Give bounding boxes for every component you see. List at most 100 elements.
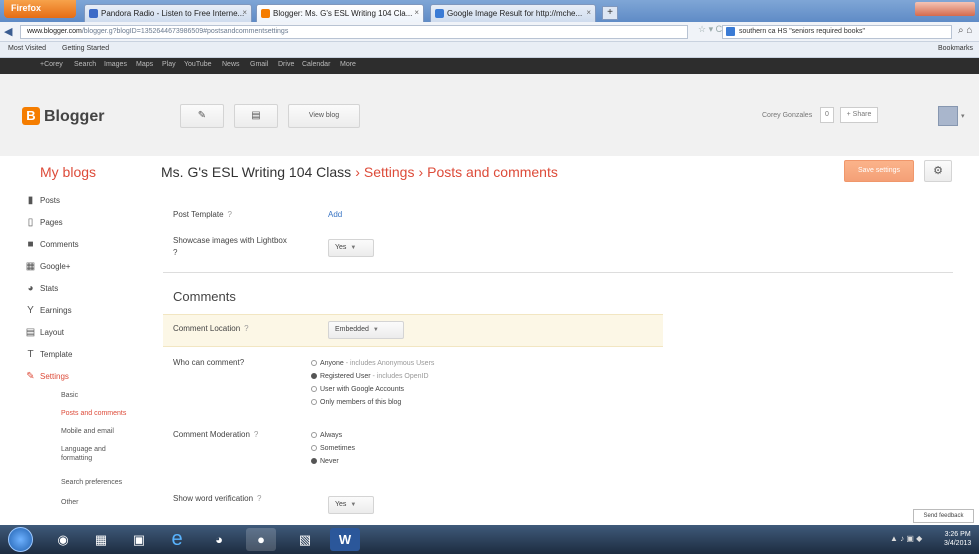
comment-location-dropdown[interactable]: Embedded ▼ [328,321,404,339]
gbar-news[interactable]: News [222,61,240,68]
sidebar-sub-other[interactable]: Other [61,499,79,506]
sidebar-sub-formatting[interactable]: formatting [61,455,92,462]
radio-anyone[interactable]: Anyone - includes Anonymous Users [311,360,434,367]
gbar-images[interactable]: Images [104,61,127,68]
sidebar-sub-search-prefs[interactable]: Search preferences [61,479,122,486]
help-icon[interactable]: ? [257,494,261,503]
share-button[interactable]: + Share [840,107,878,123]
word-verification-dropdown[interactable]: Yes ▼ [328,496,374,514]
radio-google-accounts[interactable]: User with Google Accounts [311,386,404,393]
gbar-calendar[interactable]: Calendar [302,61,330,68]
sidebar-item-label: Earnings [40,306,72,315]
gbar-play[interactable]: Play [162,61,176,68]
firefox-icon[interactable]: ● [246,528,276,551]
help-icon[interactable]: ? [244,324,248,333]
radio-button[interactable] [311,360,317,366]
sidebar-sub-language[interactable]: Language and [61,446,106,453]
new-tab-button-alt[interactable]: + [602,6,618,20]
sidebar-item-layout[interactable]: ▤ Layout [26,327,65,338]
radio-button-selected[interactable] [311,373,317,379]
sidebar-item-template[interactable]: T Template [27,349,73,360]
chevron-down-icon[interactable]: ▾ [961,112,965,120]
url-path: /blogger.g?blogID=1352644673986509#posts… [81,28,289,35]
sidebar-item-stats[interactable]: ◕ Stats [27,283,58,294]
radio-always[interactable]: Always [311,432,342,439]
help-icon[interactable]: ? [228,210,232,219]
search-magnifier-icon[interactable]: ⌕ ⌂ [958,25,972,36]
sidebar-sub-posts-comments[interactable]: Posts and comments [61,410,126,417]
sidebar-item-posts[interactable]: ▮ Posts [28,195,60,206]
posts-list-button[interactable]: ▤ [234,104,278,128]
save-settings-button[interactable]: Save settings [844,160,914,182]
gbar-maps[interactable]: Maps [136,61,153,68]
layout-icon: ▤ [25,327,36,338]
bookmark-most-visited[interactable]: Most Visited [8,45,46,52]
user-name[interactable]: Corey Gonzales [762,112,812,119]
media-player-icon[interactable]: ◉ [48,528,78,551]
help-icon[interactable]: ? [173,248,177,257]
avatar[interactable] [938,106,958,126]
explorer-icon[interactable]: ▦ [86,528,116,551]
radio-sometimes[interactable]: Sometimes [311,445,355,452]
new-post-button[interactable]: ✎ [180,104,224,128]
gear-icon[interactable]: ⚙ [924,160,952,182]
comment-moderation-label: Comment Moderation? [173,430,259,439]
blogger-logo-text: Blogger [44,108,105,125]
search-box[interactable]: southern ca HS "seniors required books" [722,25,952,39]
radio-button[interactable] [311,386,317,392]
start-button[interactable] [8,527,33,552]
chrome-icon[interactable]: ◕ [204,528,234,551]
tab-pandora[interactable]: Pandora Radio - Listen to Free Interne..… [84,4,252,22]
radio-members-only[interactable]: Only members of this blog [311,399,401,406]
clock-date: 3/4/2013 [944,540,972,547]
back-arrow-icon[interactable]: ◀ [4,25,12,38]
gbar-youtube[interactable]: YouTube [184,61,212,68]
help-icon[interactable]: ? [254,430,258,439]
radio-registered-user[interactable]: Registered User - includes OpenID [311,373,429,380]
tab-blogger[interactable]: Blogger: Ms. G's ESL Writing 104 Cla... … [256,4,424,22]
internet-explorer-icon[interactable]: e [162,528,192,551]
my-blogs-link[interactable]: My blogs [40,164,96,180]
add-post-template-link[interactable]: Add [328,210,342,219]
view-blog-button[interactable]: View blog [288,104,360,128]
system-tray-icons[interactable]: ▲ ♪ ▣ ◆ [890,534,922,543]
taskbar-clock[interactable]: 3:26 PM 3/4/2013 [944,530,971,548]
word-icon[interactable]: W [330,528,360,551]
sidebar-sub-basic[interactable]: Basic [61,392,78,399]
sidebar-item-googleplus[interactable]: ▦ Google+ [26,261,71,272]
window-controls[interactable] [915,2,975,16]
sidebar-item-pages[interactable]: ▯ Pages [28,217,63,228]
radio-button[interactable] [311,445,317,451]
breadcrumb-settings[interactable]: Settings [364,164,415,180]
tab-google-image[interactable]: Google Image Result for http://mche... × [430,4,596,22]
bookmark-getting-started[interactable]: Getting Started [62,45,109,52]
close-tab-icon[interactable]: × [414,8,419,17]
sidebar-item-earnings[interactable]: Y Earnings [27,305,72,316]
gbar-corey[interactable]: +Corey [40,61,63,68]
sidebar-item-settings[interactable]: ✎ Settings [26,371,69,382]
close-tab-icon[interactable]: × [586,8,591,17]
gbar-drive[interactable]: Drive [278,61,294,68]
gbar-gmail[interactable]: Gmail [250,61,268,68]
gbar-search[interactable]: Search [74,61,96,68]
lightbox-dropdown[interactable]: Yes ▼ [328,239,374,257]
bookmark-star-icon[interactable]: ☆ ▾ C [698,24,722,35]
sidebar-sub-mobile-email[interactable]: Mobile and email [61,428,114,435]
folder-icon[interactable]: ▣ [124,528,154,551]
image-viewer-icon[interactable]: ▧ [290,528,320,551]
gbar-more[interactable]: More [340,61,356,68]
sidebar-item-comments[interactable]: ■ Comments [27,239,78,250]
radio-button[interactable] [311,432,317,438]
blog-name[interactable]: Ms. G's ESL Writing 104 Class [161,164,351,180]
bookmarks-menu[interactable]: Bookmarks [938,45,973,52]
radio-button[interactable] [311,399,317,405]
sidebar-item-label: Template [40,350,73,359]
radio-never[interactable]: Never [311,458,339,465]
radio-button-selected[interactable] [311,458,317,464]
close-tab-icon[interactable]: × [242,8,247,17]
sidebar-item-label: Layout [40,328,65,337]
address-bar[interactable]: www.blogger.com/blogger.g?blogID=1352644… [20,25,688,39]
post-template-label: Post Template? [173,210,232,219]
send-feedback-button[interactable]: Send feedback [913,509,974,523]
firefox-menu-button[interactable]: Firefox [4,0,76,18]
